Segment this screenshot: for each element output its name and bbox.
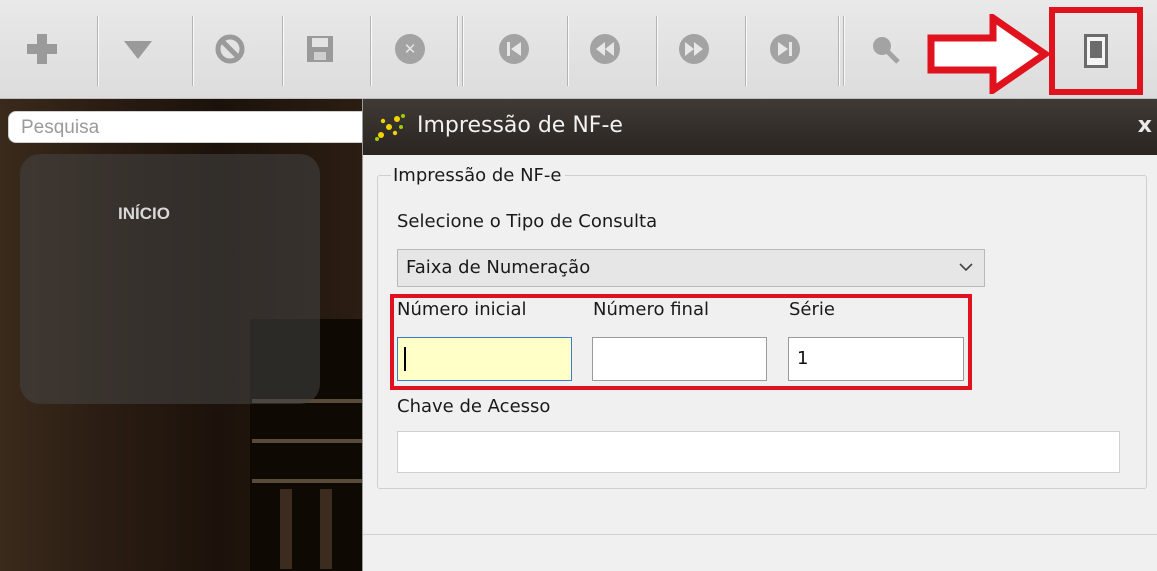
dialog-titlebar: Impressão de NF-e x	[363, 99, 1157, 155]
menu-card	[20, 154, 320, 404]
red-arrow-annotation	[927, 14, 1051, 94]
last-record-button[interactable]	[755, 18, 815, 80]
next-record-icon	[679, 34, 709, 64]
search-placeholder: Pesquisa	[21, 117, 100, 138]
search-button[interactable]	[855, 18, 915, 80]
delete-icon: ✕	[395, 34, 425, 64]
nfe-print-dialog: Impressão de NF-e x Impressão de NF-e Se…	[362, 99, 1157, 571]
chevron-down-icon	[959, 263, 973, 272]
dialog-divider	[363, 534, 1157, 535]
access-key-input[interactable]	[397, 431, 1120, 473]
dropdown-arrow-icon	[124, 41, 152, 59]
close-button[interactable]: x	[1138, 113, 1152, 138]
query-type-select[interactable]: Faixa de Numeração	[397, 249, 985, 287]
end-number-input[interactable]	[592, 337, 767, 381]
first-record-icon	[499, 34, 529, 64]
delete-button[interactable]: ✕	[380, 18, 440, 80]
save-icon	[307, 36, 333, 62]
series-value: 1	[797, 348, 809, 369]
plus-icon	[27, 34, 57, 64]
left-background-pane: Pesquisa INÍCIO	[0, 99, 362, 571]
series-label: Série	[789, 299, 835, 320]
search-box[interactable]: Pesquisa	[8, 111, 362, 143]
save-button[interactable]	[290, 18, 350, 80]
access-key-label: Chave de Acesso	[397, 396, 551, 417]
search-icon	[873, 37, 900, 64]
dialog-title: Impressão de NF-e	[417, 113, 623, 138]
text-caret	[404, 347, 406, 371]
dropdown-button[interactable]	[108, 18, 168, 80]
cancel-icon	[215, 34, 245, 64]
query-type-label: Selecione o Tipo de Consulta	[397, 211, 658, 232]
toolbar: ✕	[0, 0, 1157, 99]
series-input[interactable]: 1	[788, 337, 964, 381]
group-title: Impressão de NF-e	[391, 165, 566, 186]
previous-record-icon	[590, 34, 620, 64]
first-record-button[interactable]	[484, 18, 544, 80]
query-type-value: Faixa de Numeração	[406, 257, 591, 278]
print-button[interactable]	[1049, 7, 1143, 95]
app-logo-icon	[375, 114, 405, 141]
last-record-icon	[770, 34, 800, 64]
previous-record-button[interactable]	[575, 18, 635, 80]
end-number-label: Número final	[593, 299, 709, 320]
add-button[interactable]	[12, 18, 72, 80]
start-number-label: Número inicial	[397, 299, 527, 320]
cancel-button[interactable]	[200, 18, 260, 80]
print-report-icon	[1084, 34, 1108, 68]
start-number-input[interactable]	[397, 337, 572, 381]
menu-item-inicio[interactable]: INÍCIO	[118, 204, 170, 224]
next-record-button[interactable]	[664, 18, 724, 80]
